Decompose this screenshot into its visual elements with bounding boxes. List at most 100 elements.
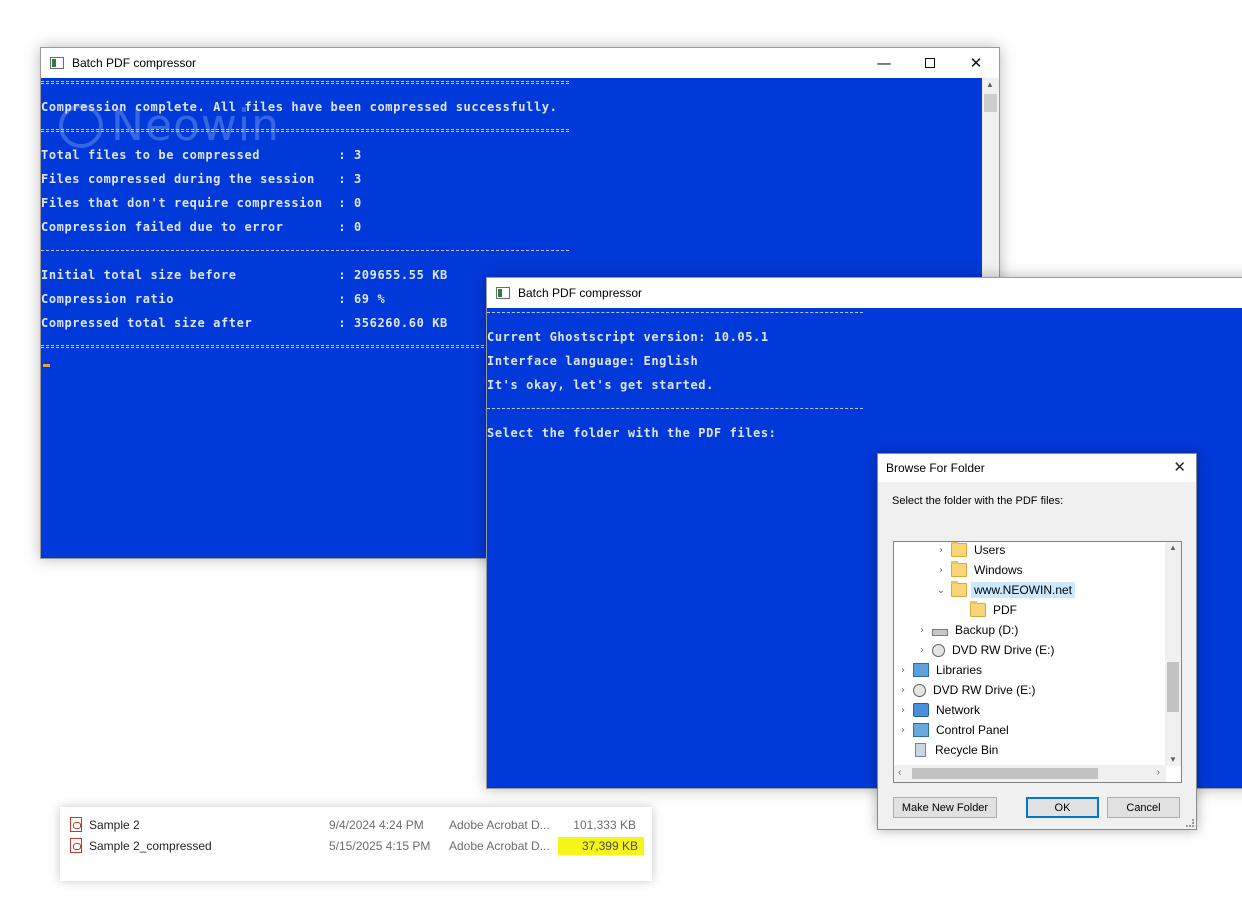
file-type: Adobe Acrobat D...	[449, 818, 550, 832]
separator	[487, 312, 863, 313]
console-line: Compressed total size after : 356260.60 …	[41, 316, 448, 330]
file-row[interactable]: Sample 2 9/4/2024 4:24 PM Adobe Acrobat …	[60, 815, 652, 836]
resize-grip-icon[interactable]	[1186, 819, 1194, 827]
tree-item[interactable]: › Windows	[934, 560, 1026, 580]
console-line: Interface language: English	[487, 354, 699, 368]
file-type: Adobe Acrobat D...	[449, 839, 550, 853]
tree-item-label: DVD RW Drive (E:)	[952, 643, 1055, 657]
make-new-folder-button[interactable]: Make New Folder	[893, 797, 997, 818]
tree-item-label: Users	[974, 543, 1006, 557]
scroll-thumb[interactable]	[912, 768, 1098, 779]
close-button[interactable]: ✕	[953, 48, 999, 78]
file-name: Sample 2_compressed	[89, 839, 212, 853]
folder-icon	[951, 542, 967, 557]
title-bar[interactable]: Batch PDF compressor	[487, 278, 1242, 308]
separator	[41, 81, 569, 84]
tree-item-label: PDF	[993, 603, 1017, 617]
collapse-icon[interactable]: ⌄	[934, 585, 948, 596]
separator	[41, 129, 569, 132]
console-line: It's okay, let's get started.	[487, 378, 714, 392]
tree-vertical-scrollbar[interactable]: ▲ ▼	[1165, 542, 1181, 766]
file-size: 101,333 KB	[573, 818, 636, 832]
file-size-highlighted: 37,399 KB	[557, 837, 644, 855]
tree-item-selected[interactable]: ⌄ www.NEOWIN.net	[934, 580, 1076, 600]
network-icon	[913, 703, 929, 717]
scroll-up-icon[interactable]: ▲	[986, 80, 994, 89]
pdf-file-icon	[70, 838, 82, 853]
ok-button[interactable]: OK	[1026, 797, 1099, 818]
console-line: Compression complete. All files have bee…	[41, 100, 558, 114]
dvd-icon	[932, 643, 945, 657]
console-line: Select the folder with the PDF files:	[487, 426, 777, 440]
scroll-right-icon[interactable]: ›	[1157, 767, 1160, 778]
console-app-icon	[496, 287, 510, 299]
tree-item[interactable]: › DVD RW Drive (E:)	[915, 640, 1057, 660]
minimize-button[interactable]: —	[861, 48, 907, 78]
tree-item-label: Libraries	[936, 663, 983, 677]
expand-icon[interactable]: ›	[896, 725, 910, 736]
tree-item-label: www.NEOWIN.net	[971, 582, 1076, 598]
expand-icon[interactable]: ›	[896, 685, 910, 696]
tree-item[interactable]: › DVD RW Drive (E:)	[896, 680, 1038, 700]
separator	[487, 408, 863, 409]
console-line: Compression ratio : 69 %	[41, 292, 386, 306]
file-list: Sample 2 9/4/2024 4:24 PM Adobe Acrobat …	[60, 807, 652, 881]
file-row[interactable]: Sample 2_compressed 5/15/2025 4:15 PM Ad…	[60, 836, 652, 857]
console-line: Total files to be compressed : 3	[41, 148, 362, 162]
separator	[41, 250, 569, 251]
console-line: Files that don't require compression : 0	[41, 196, 362, 210]
cancel-button[interactable]: Cancel	[1107, 797, 1180, 818]
tree-horizontal-scrollbar[interactable]: ‹ ›	[894, 765, 1166, 782]
tree-item-label: Backup (D:)	[955, 623, 1019, 637]
dialog-title-bar[interactable]: Browse For Folder ✕	[878, 454, 1196, 482]
libraries-icon	[913, 663, 929, 677]
folder-tree[interactable]: › Users › Windows ⌄ www.NEOWIN.net PDF ›…	[893, 541, 1182, 783]
dvd-icon	[913, 683, 926, 697]
expand-icon[interactable]: ›	[915, 645, 929, 656]
dialog-close-button[interactable]: ✕	[1173, 458, 1186, 476]
dialog-title: Browse For Folder	[886, 461, 985, 475]
scroll-thumb[interactable]	[1167, 662, 1179, 712]
expand-icon[interactable]: ›	[915, 625, 929, 636]
pdf-file-icon	[70, 817, 82, 832]
scroll-thumb[interactable]	[984, 94, 997, 112]
tree-item[interactable]: › Users	[934, 542, 1008, 560]
scroll-left-icon[interactable]: ‹	[898, 767, 901, 778]
recycle-bin-icon	[915, 743, 926, 757]
maximize-button[interactable]	[907, 48, 953, 78]
tree-item[interactable]: › Network	[896, 700, 983, 720]
folder-icon	[970, 601, 986, 617]
folder-icon	[951, 581, 967, 597]
scroll-up-icon[interactable]: ▲	[1169, 543, 1177, 552]
tree-item[interactable]: PDF	[953, 600, 1020, 620]
tree-item[interactable]: › Backup (D:)	[915, 620, 1021, 640]
expand-icon[interactable]: ›	[934, 545, 948, 556]
tree-item[interactable]: › Libraries	[896, 660, 985, 680]
expand-icon[interactable]: ›	[934, 565, 948, 576]
dialog-prompt: Select the folder with the PDF files:	[892, 495, 1064, 507]
title-bar[interactable]: Batch PDF compressor — ✕	[41, 48, 999, 78]
tree-item-label: Network	[936, 703, 981, 717]
folder-icon	[951, 561, 967, 577]
tree-item-label: Control Panel	[936, 723, 1009, 737]
window-title: Batch PDF compressor	[518, 286, 643, 300]
scroll-down-icon[interactable]: ▼	[1169, 755, 1177, 764]
file-name: Sample 2	[89, 818, 140, 832]
tree-item-label: Windows	[974, 563, 1023, 577]
tree-item[interactable]: › Control Panel	[896, 720, 1012, 740]
drive-icon	[932, 628, 948, 636]
expand-icon[interactable]: ›	[896, 705, 910, 716]
console-line: Compression failed due to error : 0	[41, 220, 362, 234]
window-title: Batch PDF compressor	[72, 56, 197, 70]
console-line: Files compressed during the session : 3	[41, 172, 362, 186]
tree-item-label: Recycle Bin	[935, 743, 999, 757]
maximize-icon	[925, 58, 935, 68]
expand-icon[interactable]: ›	[896, 665, 910, 676]
console-line: Current Ghostscript version: 10.05.1	[487, 330, 769, 344]
file-date: 9/4/2024 4:24 PM	[329, 818, 424, 832]
browse-for-folder-dialog: Browse For Folder ✕ Select the folder wi…	[877, 453, 1197, 830]
console-app-icon	[50, 57, 64, 69]
tree-item[interactable]: Recycle Bin	[896, 740, 1001, 760]
text-cursor	[43, 364, 50, 367]
console-line: Initial total size before : 209655.55 KB	[41, 268, 448, 282]
